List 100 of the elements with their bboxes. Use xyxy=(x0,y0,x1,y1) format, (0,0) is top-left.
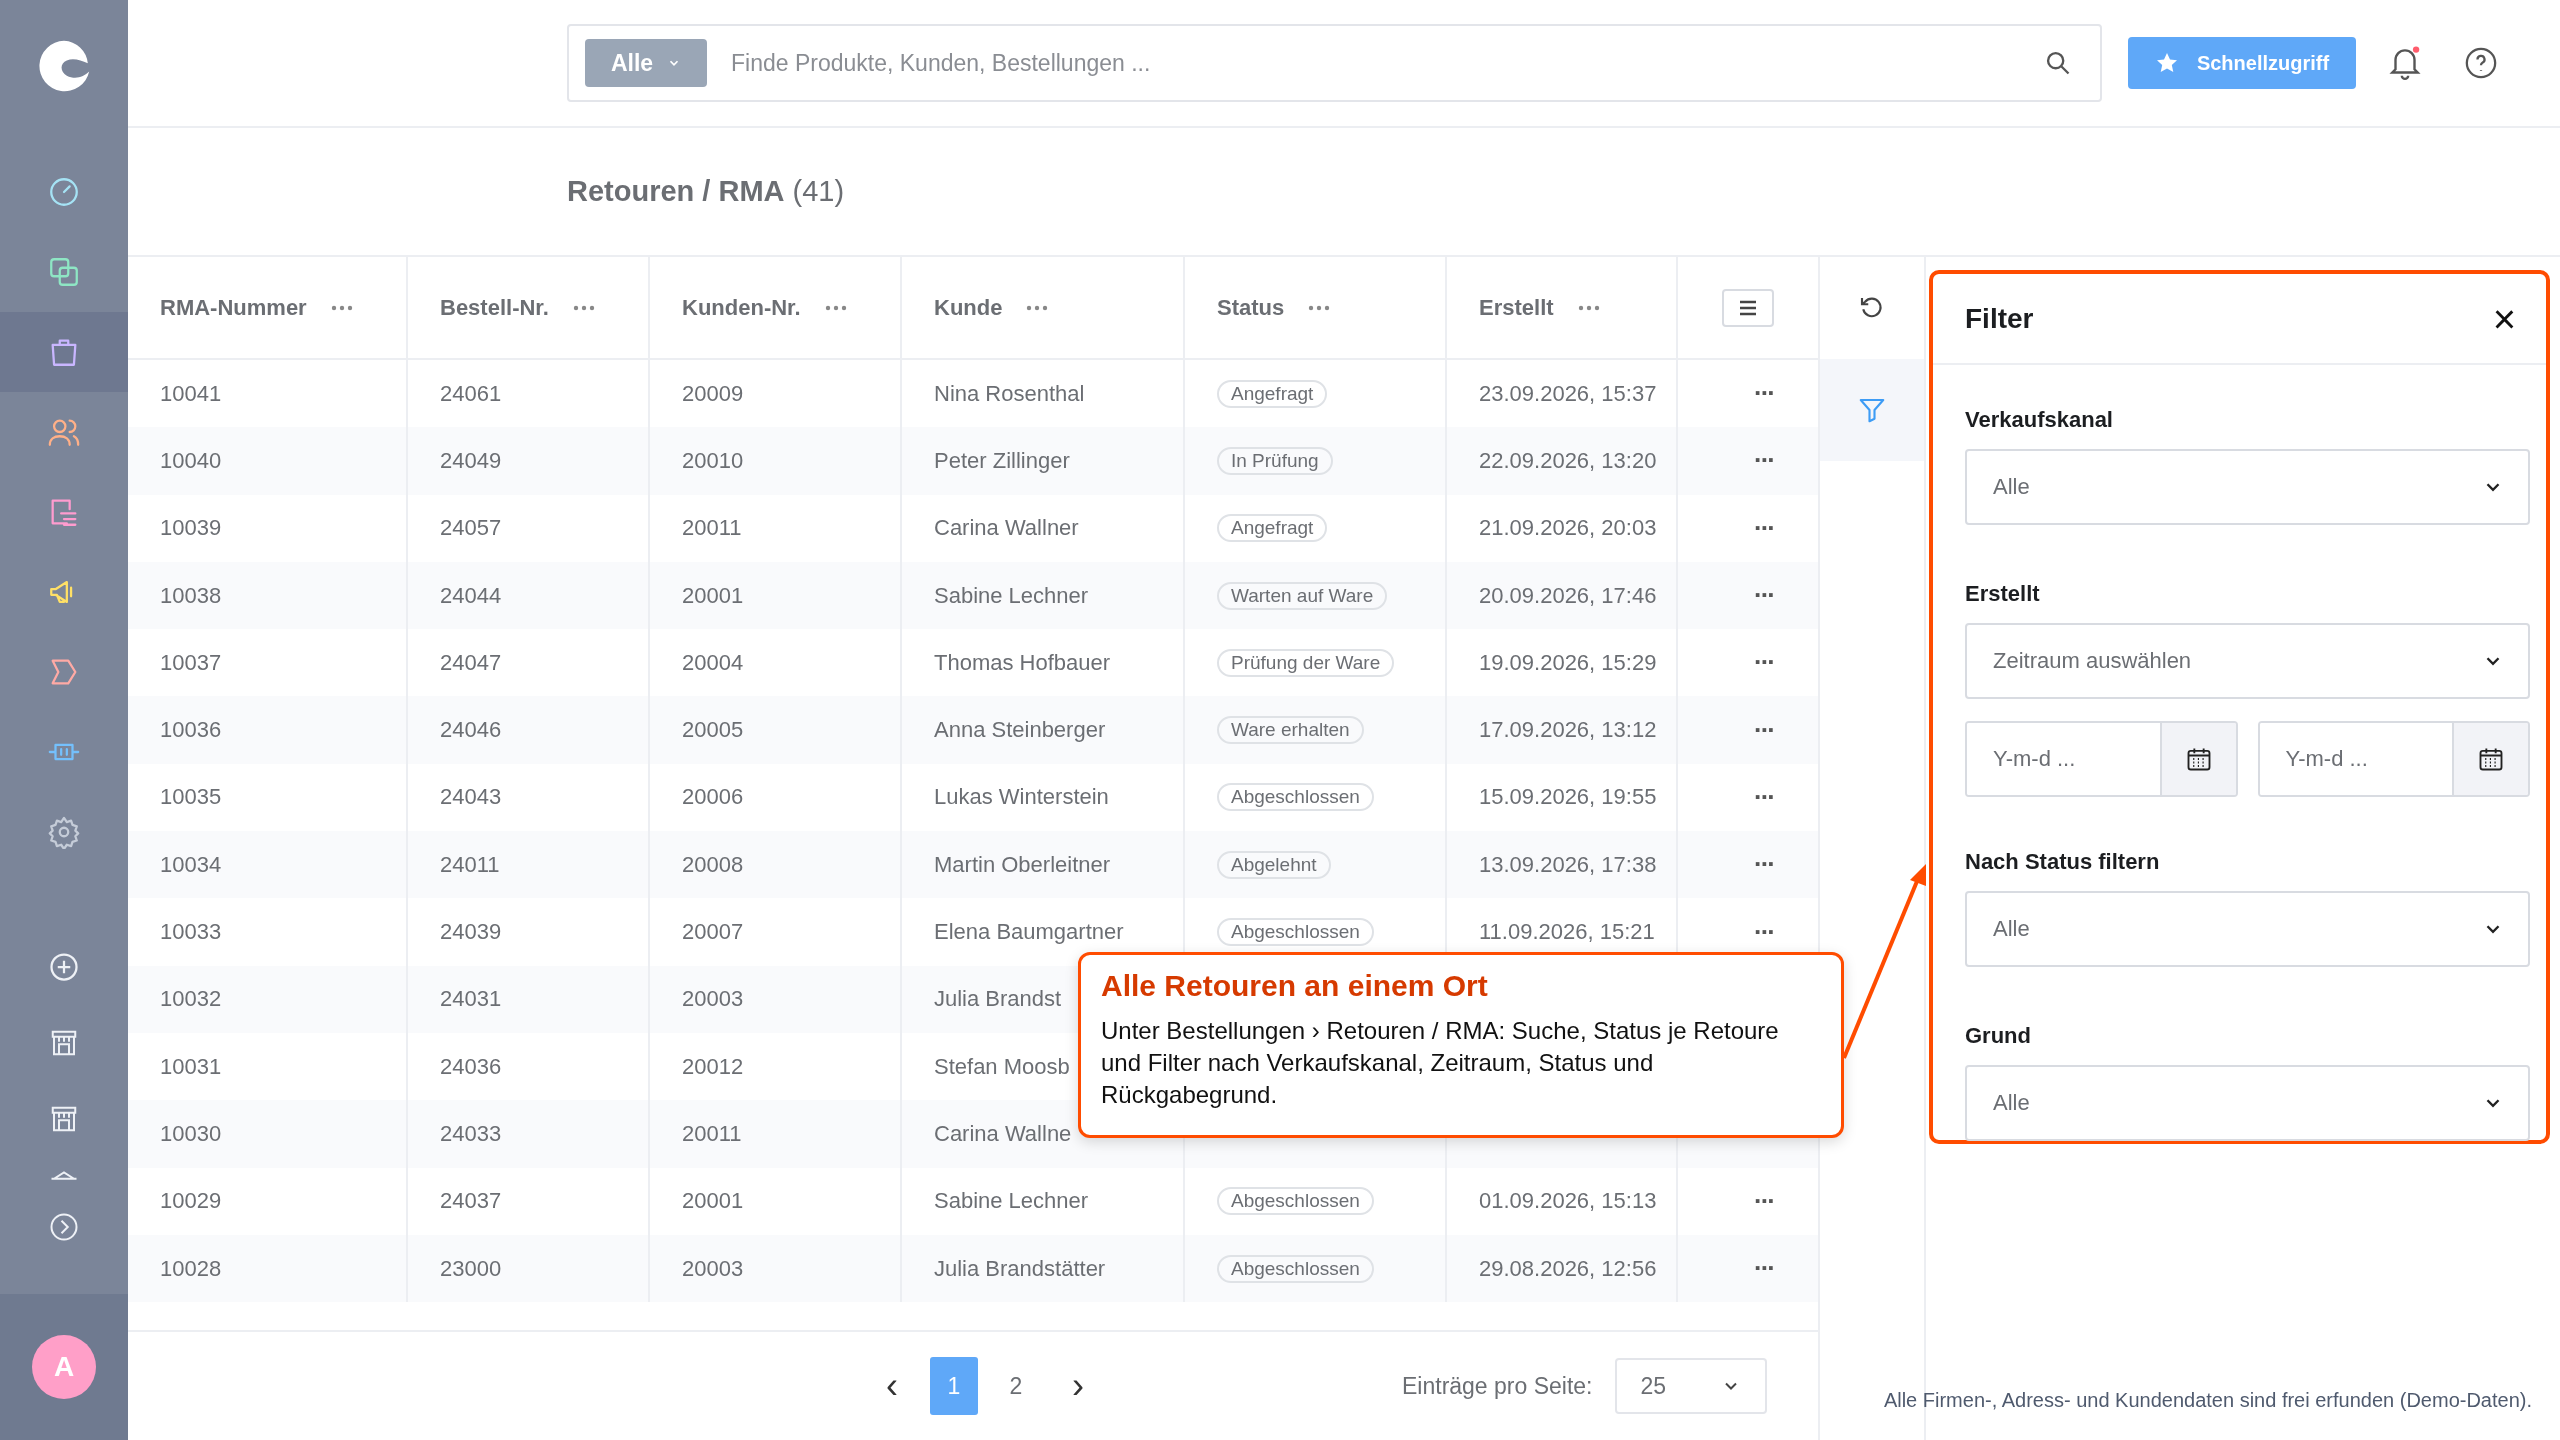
table-cell: 24033 xyxy=(440,1120,502,1147)
store-icon[interactable] xyxy=(49,1104,79,1134)
status-badge: In Prüfung xyxy=(1217,446,1333,475)
column-header[interactable]: Status xyxy=(1217,294,1285,321)
column-header[interactable]: Kunde xyxy=(934,294,1003,321)
table-cell: Lukas Winterstein xyxy=(934,784,1109,811)
field-label: Verkaufskanal xyxy=(1965,407,2114,433)
table-cell: 01.09.2026, 15:13 xyxy=(1479,1188,1657,1215)
table-cell: 24057 xyxy=(440,515,502,542)
column-header[interactable]: Bestell-Nr. xyxy=(440,294,549,321)
calendar-button[interactable] xyxy=(2452,723,2528,795)
close-button[interactable]: × xyxy=(2486,297,2522,340)
table-cell: 20.09.2026, 17:46 xyxy=(1479,582,1657,609)
per-page-label: Einträge pro Seite: xyxy=(1402,1372,1593,1400)
columns-menu-button[interactable] xyxy=(1722,288,1774,327)
row-actions-button[interactable]: ··· xyxy=(1754,714,1774,746)
table-cell: 20009 xyxy=(682,380,744,407)
table-cell: 24061 xyxy=(440,380,502,407)
row-actions-button[interactable]: ··· xyxy=(1754,378,1774,410)
select-field[interactable]: Alle xyxy=(1965,891,2530,967)
select-field[interactable]: Zeitraum auswählen xyxy=(1965,623,2530,699)
field-label: Erstellt xyxy=(1965,581,2041,607)
more-icon[interactable] xyxy=(1026,304,1049,311)
table-cell: 23000 xyxy=(440,1255,502,1282)
row-actions-button[interactable]: ··· xyxy=(1754,1185,1774,1217)
date-field[interactable]: Y-m-d ... xyxy=(2257,721,2530,797)
table-cell: 10039 xyxy=(160,515,222,542)
table-cell: 20012 xyxy=(682,1053,744,1080)
table-cell: 10029 xyxy=(160,1188,222,1215)
table-cell: Anna Steinberger xyxy=(934,717,1106,744)
select-field[interactable]: Alle xyxy=(1965,449,2530,525)
table-cell: 11.09.2026, 15:21 xyxy=(1479,919,1655,945)
table-cell: Julia Brandstätter xyxy=(934,1255,1106,1282)
select-field[interactable]: Alle xyxy=(1965,1065,2530,1141)
table-cell: 10034 xyxy=(160,851,222,878)
more-icon[interactable] xyxy=(1308,304,1331,311)
table-cell: Stefan Moosb xyxy=(934,1053,1070,1080)
row-actions-button[interactable]: ··· xyxy=(1754,512,1774,544)
filter-title: Filter xyxy=(1965,302,2034,335)
table-cell: 20011 xyxy=(682,1120,742,1147)
date-field[interactable]: Y-m-d ... xyxy=(1965,721,2238,797)
menu-icon xyxy=(1737,298,1759,317)
status-badge: Abgeschlossen xyxy=(1217,1187,1374,1216)
table-cell: Julia Brandst xyxy=(934,986,1062,1013)
table-cell: 10037 xyxy=(160,649,222,676)
row-actions-button[interactable]: ··· xyxy=(1754,849,1774,881)
table-cell: 15.09.2026, 19:55 xyxy=(1479,784,1657,811)
table-cell: 10028 xyxy=(160,1255,222,1282)
more-icon[interactable] xyxy=(1577,304,1600,311)
store-icon[interactable] xyxy=(49,1028,79,1058)
expand-icon[interactable] xyxy=(49,1212,79,1242)
page-button[interactable]: 2 xyxy=(992,1357,1040,1415)
add-icon[interactable] xyxy=(49,952,79,982)
table-cell: 24049 xyxy=(440,447,502,474)
cut-off-icon[interactable] xyxy=(49,1170,79,1180)
search-icon[interactable] xyxy=(2044,49,2072,77)
status-badge: Angefragt xyxy=(1217,514,1328,543)
footnote: Alle Firmen-, Adress- und Kundendaten sind frei erfunden (Demo-Daten). xyxy=(1883,1389,2532,1412)
more-icon[interactable] xyxy=(330,304,353,311)
table-cell: 10030 xyxy=(160,1120,222,1147)
help-icon[interactable] xyxy=(2464,46,2498,80)
table-cell: 24039 xyxy=(440,919,502,945)
table-cell: 20003 xyxy=(682,986,744,1013)
table-cell: 20003 xyxy=(682,1255,744,1282)
field-label: Grund xyxy=(1965,1023,2032,1049)
row-actions-button[interactable]: ··· xyxy=(1754,1253,1774,1284)
per-page-select[interactable]: 25 xyxy=(1614,1358,1767,1414)
table-cell: 20010 xyxy=(682,447,744,474)
table-cell: 24031 xyxy=(440,986,502,1013)
table-cell: 10031 xyxy=(160,1053,222,1080)
table-cell: 10040 xyxy=(160,447,222,474)
row-actions-button[interactable]: ··· xyxy=(1754,445,1774,477)
column-header[interactable]: Kunden-Nr. xyxy=(682,294,801,321)
table-cell: 20001 xyxy=(682,582,744,609)
table-cell: Martin Oberleitner xyxy=(934,851,1111,878)
more-icon[interactable] xyxy=(572,304,595,311)
status-badge: Angefragt xyxy=(1217,379,1328,408)
table-cell: Sabine Lechner xyxy=(934,1188,1089,1215)
table-cell: 20004 xyxy=(682,649,744,676)
row-actions-button[interactable]: ··· xyxy=(1754,647,1774,679)
row-actions-button[interactable]: ··· xyxy=(1754,916,1774,948)
column-header[interactable]: RMA-Nummer xyxy=(160,294,307,321)
more-icon[interactable] xyxy=(824,304,847,311)
next-page-button[interactable]: › xyxy=(1054,1357,1102,1415)
previous-page-button[interactable]: ‹ xyxy=(868,1357,916,1415)
table-cell: Carina Wallner xyxy=(934,515,1079,542)
row-actions-button[interactable]: ··· xyxy=(1754,580,1774,612)
copy-icon[interactable] xyxy=(47,255,81,289)
table-cell: Carina Wallne xyxy=(934,1120,1072,1147)
table-cell: 10041 xyxy=(160,380,222,407)
table-cell: Peter Zillinger xyxy=(934,447,1070,474)
table-cell: 10038 xyxy=(160,582,222,609)
table-cell: 10035 xyxy=(160,784,222,811)
table-cell: 20011 xyxy=(682,515,742,542)
gauge-icon[interactable] xyxy=(47,175,81,209)
column-header[interactable]: Erstellt xyxy=(1479,294,1554,321)
nav-item[interactable] xyxy=(0,312,128,392)
settings-icon[interactable] xyxy=(47,815,81,849)
row-actions-button[interactable]: ··· xyxy=(1754,781,1774,813)
calendar-button[interactable] xyxy=(2159,723,2236,795)
